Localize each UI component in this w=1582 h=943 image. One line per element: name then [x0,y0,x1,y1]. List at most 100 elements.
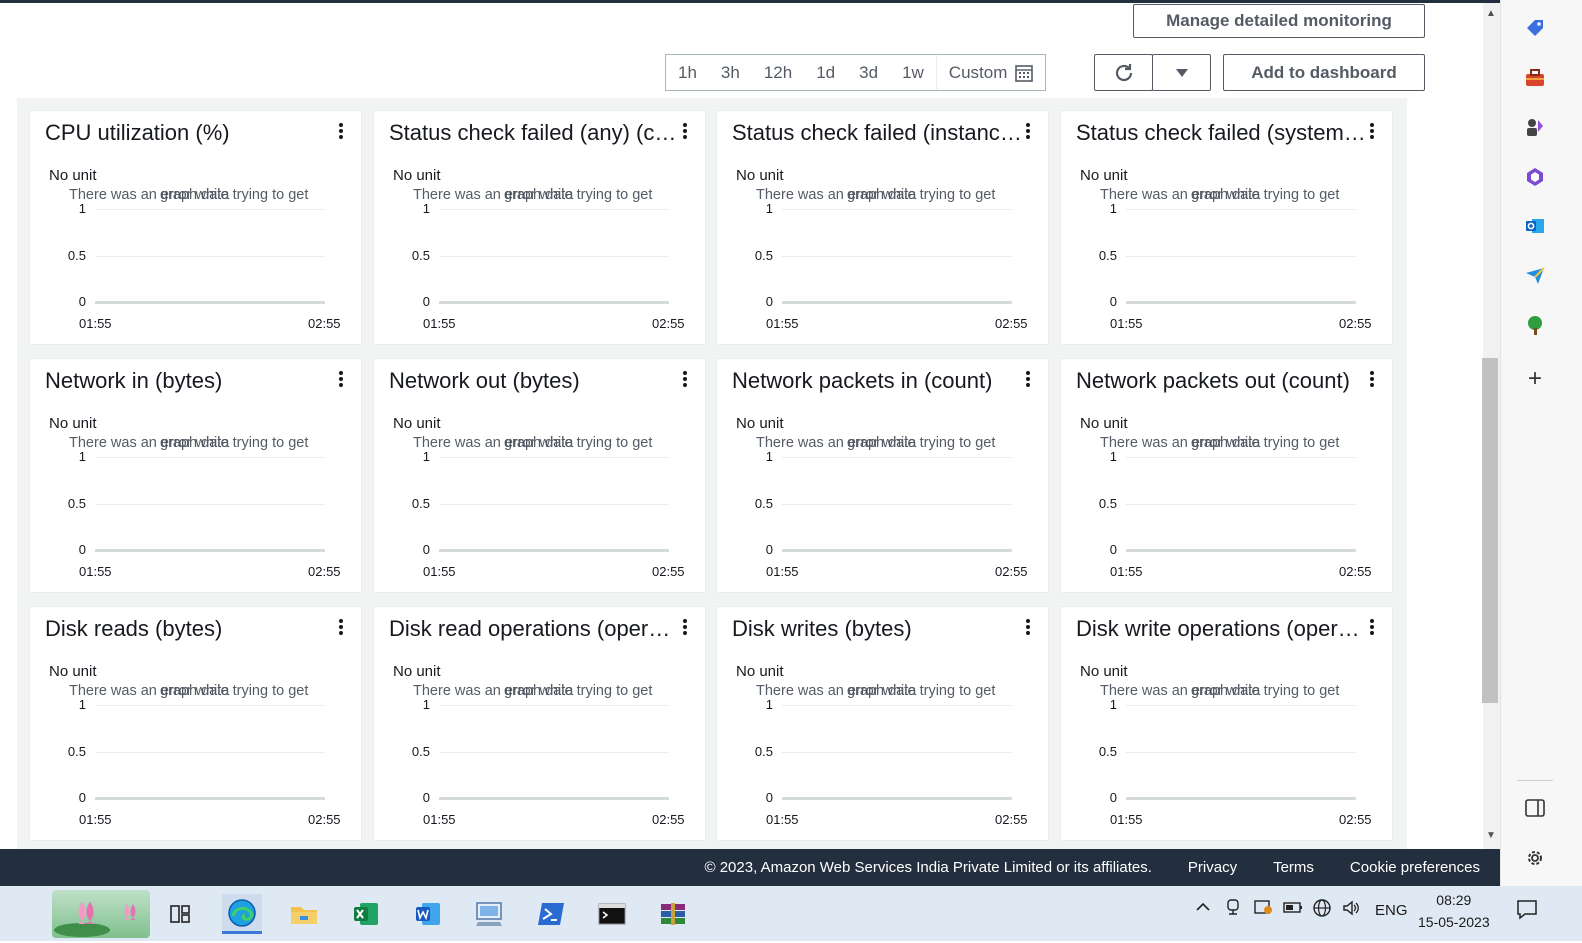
more-options-icon[interactable] [1026,123,1031,141]
y-tick-label: 0.5 [754,744,773,759]
scroll-down-arrow[interactable]: ▼ [1486,830,1496,841]
range-3d[interactable]: 3d [847,63,890,83]
more-options-icon[interactable] [339,371,344,389]
scroll-up-arrow[interactable]: ▲ [1486,8,1496,19]
update-icon[interactable] [1253,898,1273,920]
network-globe-icon[interactable] [1312,898,1332,922]
gridline-half [439,504,669,505]
unit-label: No unit [393,415,441,432]
more-options-icon[interactable] [1370,123,1375,141]
manage-detailed-monitoring-button[interactable]: Manage detailed monitoring [1133,4,1425,38]
excel-icon[interactable] [346,894,386,934]
y-tick-label: 0.5 [1098,744,1117,759]
unit-label: No unit [1080,663,1128,680]
gridline-1 [95,705,325,706]
custom-label: Custom [948,62,1008,82]
gridline-half [95,504,325,505]
y-tick-label: 1 [765,449,773,464]
footer-privacy-link[interactable]: Privacy [1188,859,1237,876]
y-tick-label: 1 [765,201,773,216]
range-custom[interactable]: Custom [937,63,1046,83]
x-tick-label: 02:55 [652,316,685,331]
word-icon[interactable] [408,894,448,934]
send-icon[interactable] [1523,264,1547,288]
gridline-half [439,752,669,753]
clock-date: 15-05-2023 [1418,914,1490,930]
more-options-icon[interactable] [339,123,344,141]
range-12h[interactable]: 12h [752,63,804,83]
y-tick-label: 0 [765,790,773,805]
x-axis-line [1126,797,1356,800]
x-tick-label: 01:55 [423,564,456,579]
y-tick-label: 0 [422,294,430,309]
tree-icon[interactable] [1523,313,1547,337]
lotus-widget-icon[interactable] [52,890,150,938]
y-tick-label: 1 [1109,201,1117,216]
language-indicator[interactable]: ENG [1375,902,1408,919]
gridline-1 [1126,209,1356,210]
range-3h[interactable]: 3h [709,63,752,83]
gridline-1 [782,457,1012,458]
x-tick-label: 02:55 [652,812,685,827]
tray-chevron-icon[interactable] [1194,898,1212,920]
file-explorer-icon[interactable] [284,894,324,934]
games-icon[interactable] [1523,115,1547,139]
error-message-overlap: graph data [1191,683,1261,699]
x-tick-label: 01:55 [79,564,112,579]
system-clock[interactable]: 08:29 15-05-2023 [1418,889,1490,933]
x-tick-label: 02:55 [1339,316,1372,331]
gridline-half [1126,752,1356,753]
volume-icon[interactable] [1341,898,1361,922]
more-options-icon[interactable] [683,123,688,141]
terminal-icon[interactable] [592,894,632,934]
x-axis-line [782,797,1012,800]
more-options-icon[interactable] [1370,619,1375,637]
unit-label: No unit [49,415,97,432]
range-1w[interactable]: 1w [890,63,936,83]
edge-browser-icon[interactable] [222,894,262,934]
more-options-icon[interactable] [1026,371,1031,389]
tag-icon[interactable] [1523,16,1547,40]
error-message-overlap: graph data [504,683,574,699]
metric-card: Status check failed (any) (count) No unit… [373,110,706,345]
gridline-1 [439,209,669,210]
notification-icon[interactable] [1516,898,1538,924]
outlook-icon[interactable] [1523,214,1547,238]
gridline-1 [95,209,325,210]
metric-card: Network out (bytes) No unit There was an e… [373,358,706,593]
range-1d[interactable]: 1d [804,63,847,83]
y-tick-label: 0 [1109,790,1117,805]
more-options-icon[interactable] [683,371,688,389]
gridline-half [782,256,1012,257]
range-1h[interactable]: 1h [666,63,709,83]
gridline-1 [782,705,1012,706]
more-options-icon[interactable] [1370,371,1375,389]
footer-cookie-link[interactable]: Cookie preferences [1350,859,1480,876]
powershell-icon[interactable] [531,894,571,934]
more-options-icon[interactable] [683,619,688,637]
refresh-button[interactable] [1094,54,1153,91]
more-options-icon[interactable] [1026,619,1031,637]
y-tick-label: 0.5 [67,744,86,759]
battery-icon[interactable] [1283,898,1303,920]
winrar-icon[interactable] [653,894,693,934]
add-icon[interactable]: + [1523,365,1547,392]
footer-terms-link[interactable]: Terms [1273,859,1314,876]
settings-gear-icon[interactable] [1523,846,1547,870]
add-to-dashboard-button[interactable]: Add to dashboard [1223,54,1425,91]
task-view-icon[interactable] [160,894,200,934]
gridline-1 [782,209,1012,210]
more-options-icon[interactable] [339,619,344,637]
x-axis-line [782,549,1012,552]
panel-toggle-icon[interactable] [1523,796,1547,820]
toolbox-icon[interactable] [1523,66,1547,90]
x-tick-label: 02:55 [995,564,1028,579]
refresh-options-dropdown[interactable] [1152,54,1211,91]
metric-title: Network packets in (count) [732,368,993,393]
remote-desktop-icon[interactable] [469,894,509,934]
unit-label: No unit [736,663,784,680]
x-tick-label: 01:55 [423,316,456,331]
scrollbar-thumb[interactable] [1482,358,1498,703]
office-icon[interactable] [1523,165,1547,189]
meet-icon[interactable] [1224,898,1242,920]
